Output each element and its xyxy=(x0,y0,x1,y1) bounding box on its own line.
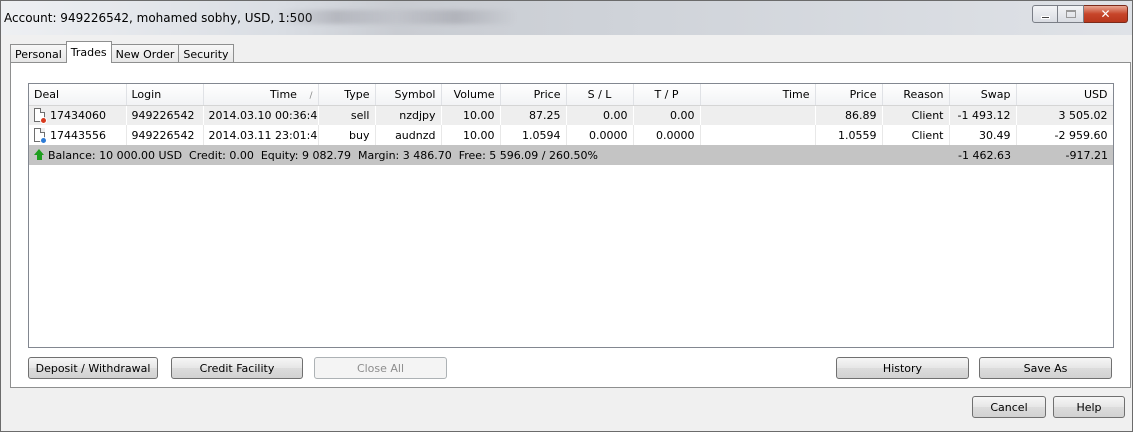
col-swap[interactable]: Swap xyxy=(949,84,1017,106)
minimize-button[interactable] xyxy=(1032,5,1058,23)
deposit-withdrawal-button[interactable]: Deposit / Withdrawal xyxy=(28,357,158,379)
login-cell: 949226542 xyxy=(126,125,204,145)
close-time-cell xyxy=(700,125,816,145)
open-price-cell: 1.0594 xyxy=(500,125,567,145)
trades-panel: Deal Login Time / Type Symbol Volume Pri… xyxy=(10,62,1131,388)
account-window: Account: 949226542, mohamed sobhy, USD, … xyxy=(0,0,1133,432)
credit-facility-button[interactable]: Credit Facility xyxy=(171,357,303,379)
redacted-area xyxy=(276,10,516,24)
volume-cell: 10.00 xyxy=(441,105,501,125)
col-volume[interactable]: Volume xyxy=(441,84,501,106)
volume-cell: 10.00 xyxy=(441,125,501,145)
deal-cell: 17443556 xyxy=(29,125,127,145)
table-row[interactable]: 17443556 949226542 2014.03.11 23:01:45 b… xyxy=(29,125,1113,145)
col-type[interactable]: Type xyxy=(318,84,376,106)
close-icon: ✕ xyxy=(1100,7,1111,21)
order-buy-icon xyxy=(34,128,47,144)
close-price-cell: 86.89 xyxy=(815,105,883,125)
maximize-button xyxy=(1058,5,1084,23)
col-open-price[interactable]: Price xyxy=(500,84,567,106)
save-as-button[interactable]: Save As xyxy=(979,357,1112,379)
col-close-time[interactable]: Time xyxy=(700,84,816,106)
profit-cell: 3 505.02 xyxy=(1016,105,1113,125)
balance-up-arrow-icon xyxy=(34,148,45,160)
col-reason[interactable]: Reason xyxy=(882,84,950,106)
open-price-cell: 87.25 xyxy=(500,105,567,125)
close-time-cell xyxy=(700,105,816,125)
swap-cell: 30.49 xyxy=(949,125,1017,145)
symbol-cell: audnzd xyxy=(375,125,442,145)
trades-table: Deal Login Time / Type Symbol Volume Pri… xyxy=(29,84,1113,165)
window-controls: ✕ xyxy=(1032,5,1128,25)
maximize-icon xyxy=(1065,10,1076,18)
reason-cell: Client xyxy=(882,125,950,145)
balance-summary-text: Balance: 10 000.00 USD Credit: 0.00 Equi… xyxy=(48,148,598,162)
col-symbol[interactable]: Symbol xyxy=(375,84,442,106)
symbol-cell: nzdjpy xyxy=(375,105,442,125)
col-sl[interactable]: S / L xyxy=(566,84,634,106)
window-title: Account: 949226542, mohamed sobhy, USD, … xyxy=(4,11,313,25)
col-login[interactable]: Login xyxy=(126,84,204,106)
reason-cell: Client xyxy=(882,105,950,125)
close-window-button[interactable]: ✕ xyxy=(1084,5,1128,23)
swap-cell: -1 493.12 xyxy=(949,105,1017,125)
history-button[interactable]: History xyxy=(836,357,969,379)
tp-cell: 0.00 xyxy=(633,105,701,125)
tab-security[interactable]: Security xyxy=(178,44,234,63)
col-tp[interactable]: T / P xyxy=(633,84,701,106)
table-row[interactable]: 17434060 949226542 2014.03.10 00:36:41 s… xyxy=(29,105,1113,125)
type-cell: buy xyxy=(318,125,376,145)
help-button[interactable]: Help xyxy=(1053,396,1125,418)
sort-indicator-icon: / xyxy=(309,90,313,101)
table-header: Deal Login Time / Type Symbol Volume Pri… xyxy=(29,84,1113,106)
trades-list[interactable]: Deal Login Time / Type Symbol Volume Pri… xyxy=(28,83,1114,348)
tab-personal[interactable]: Personal xyxy=(10,44,67,63)
tp-cell: 0.0000 xyxy=(633,125,701,145)
balance-summary-cell: Balance: 10 000.00 USD Credit: 0.00 Equi… xyxy=(29,145,949,165)
col-open-time[interactable]: Time / xyxy=(203,84,319,106)
col-close-price[interactable]: Price xyxy=(815,84,883,106)
col-profit[interactable]: USD xyxy=(1016,84,1113,106)
close-all-button: Close All xyxy=(314,357,447,379)
type-cell: sell xyxy=(318,105,376,125)
deal-id: 17434060 xyxy=(50,108,106,122)
tab-strip: Personal Trades New Order Security xyxy=(10,41,234,63)
tab-new-order[interactable]: New Order xyxy=(110,44,180,63)
close-price-cell: 1.0559 xyxy=(815,125,883,145)
balance-summary-row: Balance: 10 000.00 USD Credit: 0.00 Equi… xyxy=(29,145,1113,165)
tab-trades[interactable]: Trades xyxy=(65,41,112,63)
summary-profit-cell: -917.21 xyxy=(1016,145,1113,165)
minimize-icon xyxy=(1040,15,1050,19)
cancel-button[interactable]: Cancel xyxy=(972,396,1046,418)
open-time-cell: 2014.03.11 23:01:45 xyxy=(203,125,319,145)
summary-swap-cell: -1 462.63 xyxy=(949,145,1016,165)
order-sell-icon xyxy=(34,108,47,125)
login-cell: 949226542 xyxy=(126,105,204,125)
profit-cell: -2 959.60 xyxy=(1016,125,1113,145)
deal-id: 17443556 xyxy=(50,128,106,142)
title-bar[interactable]: Account: 949226542, mohamed sobhy, USD, … xyxy=(1,1,1132,35)
sl-cell: 0.00 xyxy=(566,105,634,125)
sl-cell: 0.0000 xyxy=(566,125,634,145)
open-time-cell: 2014.03.10 00:36:41 xyxy=(203,105,319,125)
deal-cell: 17434060 xyxy=(29,105,127,125)
col-open-time-label: Time xyxy=(270,87,297,101)
col-deal[interactable]: Deal xyxy=(29,84,127,106)
